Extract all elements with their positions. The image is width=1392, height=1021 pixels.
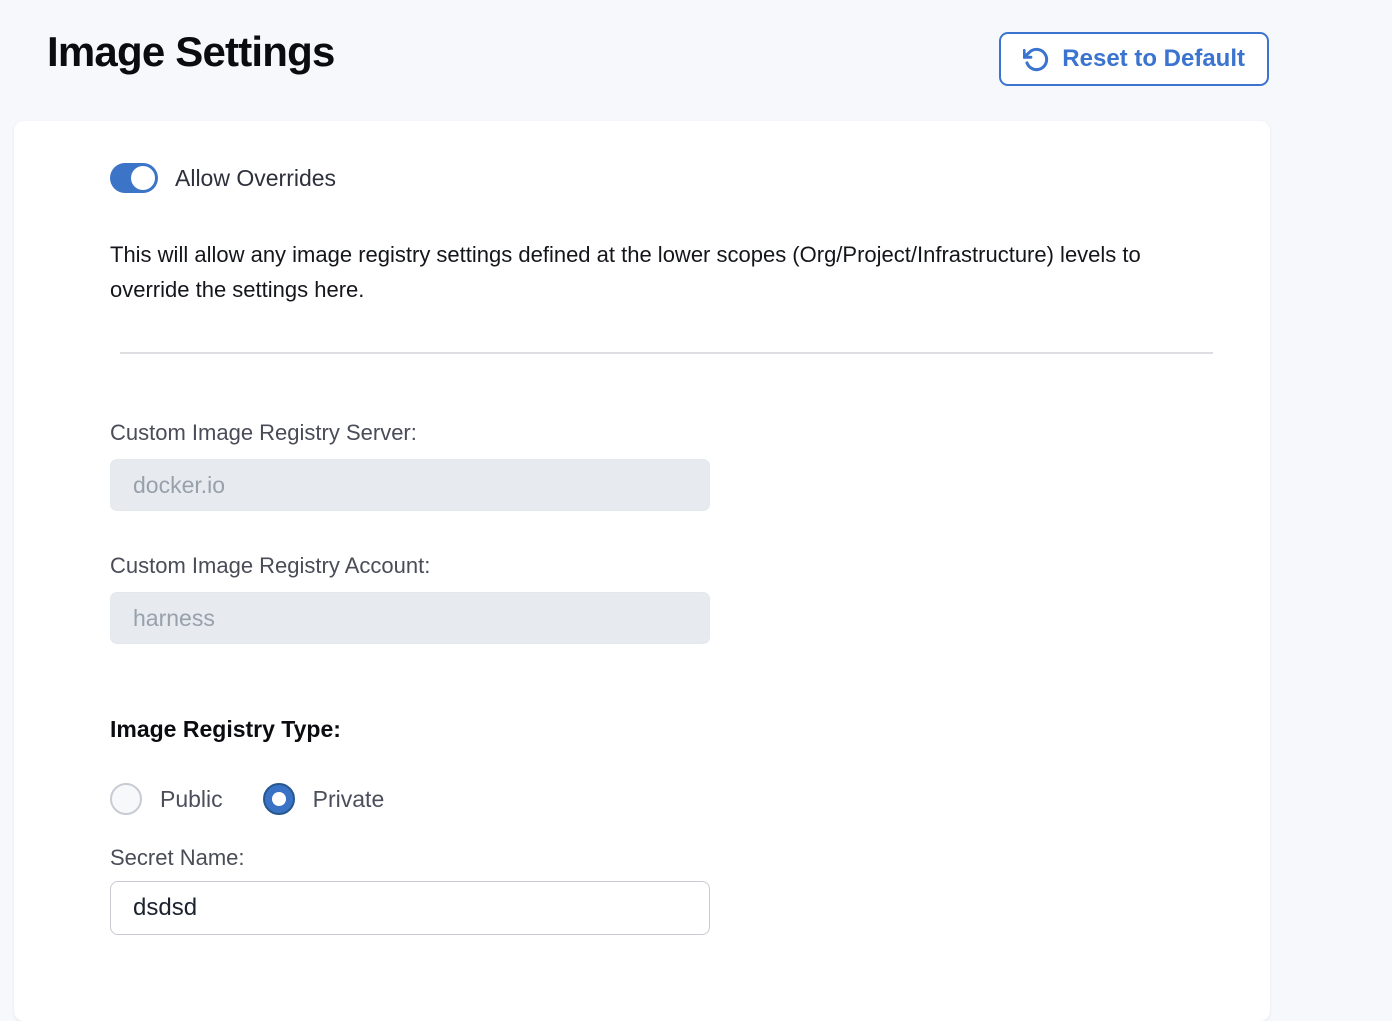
radio-private-dot [272,792,286,806]
radio-option-public[interactable]: Public [110,783,223,815]
reset-ccw-icon [1023,46,1050,73]
reset-button-label: Reset to Default [1062,45,1245,73]
allow-overrides-toggle[interactable] [110,163,158,193]
radio-private-label: Private [313,786,385,813]
registry-account-input[interactable] [110,592,710,644]
divider [120,352,1213,354]
allow-overrides-row: Allow Overrides [110,163,1224,193]
secret-name-label: Secret Name: [110,845,1224,871]
reset-to-default-button[interactable]: Reset to Default [999,32,1269,86]
radio-public-circle[interactable] [110,783,142,815]
registry-type-options: Public Private [110,783,1224,815]
toggle-knob [131,166,155,190]
override-description: This will allow any image registry setti… [110,237,1224,307]
radio-public-label: Public [160,786,223,813]
page-title: Image Settings [47,28,335,76]
registry-account-label: Custom Image Registry Account: [110,553,1224,579]
secret-name-input[interactable] [110,881,710,935]
registry-server-label: Custom Image Registry Server: [110,420,1224,446]
image-settings-panel: Allow Overrides This will allow any imag… [14,121,1270,1021]
registry-type-label: Image Registry Type: [110,716,1224,743]
registry-server-input[interactable] [110,459,710,511]
radio-option-private[interactable]: Private [263,783,385,815]
allow-overrides-label: Allow Overrides [175,165,336,192]
radio-private-circle[interactable] [263,783,295,815]
